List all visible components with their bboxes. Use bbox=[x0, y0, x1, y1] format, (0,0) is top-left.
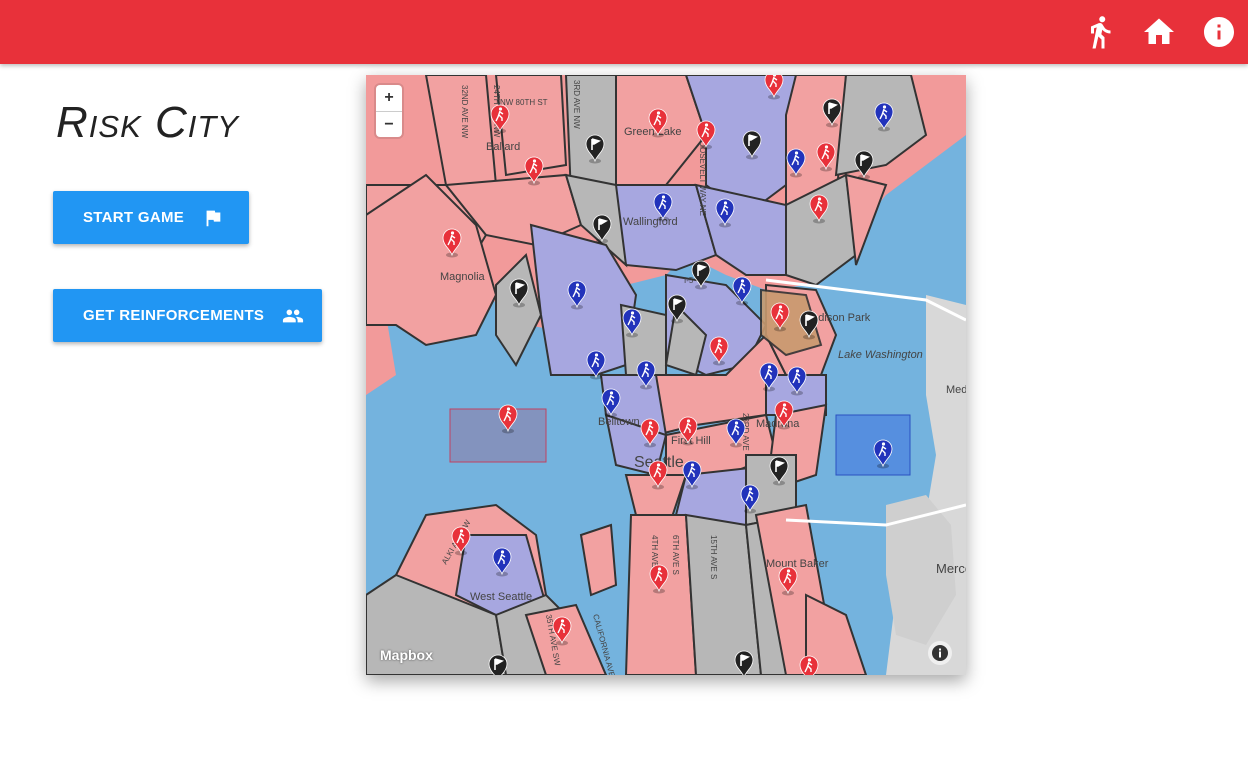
map-label-west-seattle: West Seattle bbox=[470, 591, 532, 603]
red-team-marker[interactable] bbox=[799, 655, 819, 675]
attribution-info-icon[interactable] bbox=[928, 641, 952, 665]
walk-icon[interactable] bbox=[1082, 14, 1118, 50]
street-label-6th-s: 6TH AVE S bbox=[671, 535, 680, 575]
map[interactable]: Ballard Green Lake Wallingford Magnolia … bbox=[366, 75, 966, 675]
start-game-button[interactable]: START GAME bbox=[53, 191, 249, 244]
street-label-3rd: 3RD AVE NW bbox=[572, 80, 581, 129]
map-label-magnolia: Magnolia bbox=[440, 271, 486, 283]
zoom-in-button[interactable]: + bbox=[376, 85, 402, 112]
map-label-lake-washington: Lake Washington bbox=[838, 349, 923, 361]
neutral-flag-marker[interactable] bbox=[488, 654, 508, 675]
app-bar bbox=[0, 0, 1248, 64]
street-label-i5: I-5 bbox=[684, 276, 694, 285]
flag-icon bbox=[202, 207, 224, 229]
people-icon bbox=[282, 305, 304, 327]
map-label-madrona: Madrona bbox=[756, 418, 800, 430]
mapbox-logo: Mapbox bbox=[380, 647, 433, 663]
info-icon[interactable] bbox=[1201, 14, 1237, 50]
street-label-15th-s: 15TH AVE S bbox=[709, 535, 718, 579]
map-label-belltown: Belltown bbox=[598, 416, 640, 428]
page-title: Risk City bbox=[56, 98, 239, 147]
map-label-wallingford: Wallingford bbox=[623, 216, 678, 228]
map-label-mount-baker: Mount Baker bbox=[766, 558, 829, 570]
street-label-80th: NW 80TH ST bbox=[500, 98, 548, 107]
get-reinforcements-label: GET REINFORCEMENTS bbox=[83, 307, 265, 324]
zoom-out-button[interactable]: − bbox=[376, 112, 402, 138]
home-icon[interactable] bbox=[1141, 14, 1177, 50]
map-label-mercer-island: Mercer Island bbox=[936, 561, 966, 576]
street-label-32nd: 32ND AVE NW bbox=[460, 85, 469, 139]
map-label-medina: Medina bbox=[946, 384, 966, 396]
get-reinforcements-button[interactable]: GET REINFORCEMENTS bbox=[53, 289, 322, 342]
map-label-ballard: Ballard bbox=[486, 141, 520, 153]
zoom-control: + − bbox=[376, 85, 402, 137]
map-canvas[interactable]: Ballard Green Lake Wallingford Magnolia … bbox=[366, 75, 966, 675]
start-game-label: START GAME bbox=[83, 209, 185, 226]
